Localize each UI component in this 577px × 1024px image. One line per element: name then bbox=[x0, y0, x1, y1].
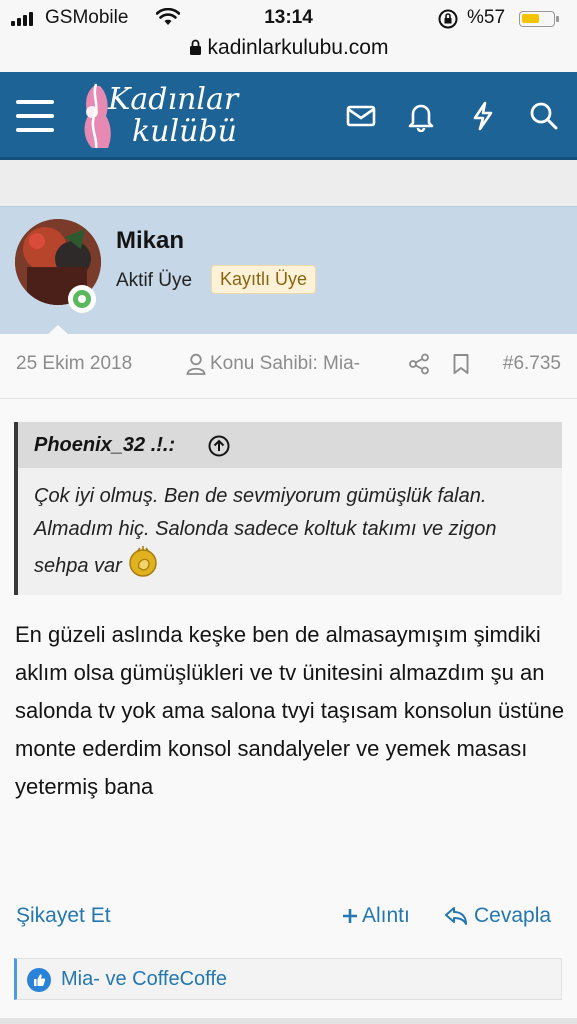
status-bar: GSMobile 13:14 %57 kadinlarkulubu.com bbox=[0, 0, 577, 72]
reply-label: Cevapla bbox=[474, 904, 552, 927]
reactions-bar[interactable]: Mia- ve CoffeCoffe bbox=[14, 958, 562, 1000]
url-text: kadinlarkulubu.com bbox=[207, 36, 389, 59]
divider bbox=[0, 398, 577, 399]
online-status-icon bbox=[68, 285, 96, 313]
like-icon bbox=[27, 968, 51, 992]
reply-icon bbox=[445, 907, 467, 925]
page-spacer bbox=[0, 160, 577, 207]
post-bottom-border bbox=[0, 1018, 577, 1024]
plus-icon bbox=[343, 909, 357, 923]
bolt-icon[interactable] bbox=[467, 100, 499, 132]
username[interactable]: Mikan bbox=[116, 227, 184, 255]
menu-icon[interactable] bbox=[16, 100, 54, 132]
reply-button[interactable]: Cevapla bbox=[444, 904, 551, 928]
clapping-emoji-icon bbox=[129, 546, 158, 577]
quote-author[interactable]: Phoenix_32 .!.: bbox=[34, 434, 175, 457]
bell-icon[interactable] bbox=[405, 100, 437, 132]
post-message: En güzeli aslında keşke ben de almasaymı… bbox=[15, 622, 565, 799]
quote-text: Çok iyi olmuş. Ben de sevmiyorum gümüşlü… bbox=[34, 480, 549, 583]
quote-block: Phoenix_32 .!.: Çok iyi olmuş. Ben de se… bbox=[14, 422, 562, 595]
quote-label: Alıntı bbox=[362, 904, 410, 927]
post-date[interactable]: 25 Ekim 2018 bbox=[16, 353, 132, 375]
share-icon[interactable] bbox=[408, 353, 430, 375]
post-body: 25 Ekim 2018 Konu Sahibi: Mia- #6.735 Ph… bbox=[0, 334, 577, 1024]
padlock-icon bbox=[189, 39, 201, 55]
quote-button[interactable]: Alıntı bbox=[342, 904, 410, 928]
post-number[interactable]: #6.735 bbox=[503, 353, 561, 375]
logo-line-2: kulübü bbox=[132, 114, 237, 149]
search-icon[interactable] bbox=[528, 100, 560, 132]
user-badge: Kayıtlı Üye bbox=[211, 265, 317, 294]
post-user-card: Mikan Aktif Üye Kayıtlı Üye bbox=[0, 206, 577, 336]
site-logo[interactable]: Kadınlar kulübü bbox=[78, 80, 258, 152]
reactions-label[interactable]: Mia- ve CoffeCoffe bbox=[61, 968, 227, 991]
mail-icon[interactable] bbox=[345, 100, 377, 132]
arrow-up-circle-icon[interactable] bbox=[208, 435, 230, 457]
thread-starter-label: Konu Sahibi: Mia- bbox=[210, 353, 360, 374]
site-header: Kadınlar kulübü bbox=[0, 72, 577, 160]
address-bar[interactable]: kadinlarkulubu.com bbox=[0, 36, 577, 60]
user-title: Aktif Üye bbox=[116, 270, 193, 291]
battery-percent: %57 bbox=[467, 7, 506, 28]
logo-line-1: Kadınlar bbox=[108, 82, 239, 117]
bookmark-icon[interactable] bbox=[452, 353, 470, 375]
quote-header[interactable]: Phoenix_32 .!.: bbox=[18, 422, 562, 468]
quote-body: Çok iyi olmuş. Ben de sevmiyorum gümüşlü… bbox=[34, 485, 497, 577]
thread-starter: Konu Sahibi: Mia- bbox=[186, 353, 360, 375]
battery-icon bbox=[519, 11, 559, 27]
user-icon bbox=[186, 353, 206, 375]
rotation-lock-icon bbox=[438, 9, 458, 29]
report-link[interactable]: Şikayet Et bbox=[16, 904, 111, 928]
